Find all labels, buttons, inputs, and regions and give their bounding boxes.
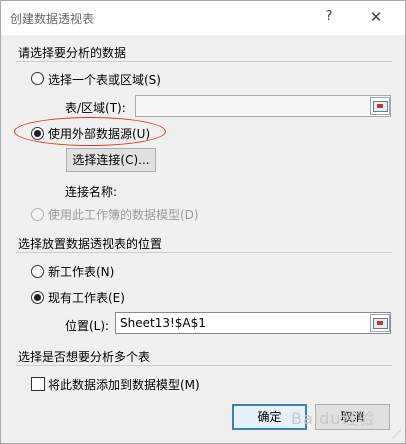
section-source-title: 请选择要分析的数据	[18, 46, 127, 60]
connection-name-label: 连接名称:	[65, 185, 118, 199]
radio-select-range-label[interactable]: 选择一个表或区域(S)	[48, 71, 161, 88]
choose-connection-button[interactable]: 选择连接(C)...	[66, 148, 156, 172]
add-to-data-model-checkbox[interactable]	[31, 377, 45, 391]
radio-select-range[interactable]	[31, 72, 44, 85]
close-icon[interactable]: ✕	[367, 8, 385, 26]
section-divider	[16, 365, 392, 366]
radio-existing-worksheet[interactable]	[31, 291, 44, 304]
radio-data-model[interactable]	[31, 208, 44, 221]
title-bar: 创建数据透视表 ? ✕	[1, 1, 405, 35]
location-input[interactable]: Sheet13!$A$1	[115, 312, 391, 334]
add-to-data-model-label[interactable]: 将此数据添加到数据模型(M)	[48, 376, 200, 393]
resize-grip[interactable]	[391, 429, 401, 439]
range-field-label: 表/区域(T):	[65, 101, 126, 115]
range-collapse-icon[interactable]	[370, 97, 390, 115]
location-collapse-icon[interactable]	[370, 314, 390, 332]
radio-data-model-label[interactable]: 使用此工作簿的数据模型(D)	[48, 206, 199, 223]
section-location-title: 选择放置数据透视表的位置	[18, 237, 163, 251]
range-input[interactable]	[135, 95, 391, 117]
baidu-watermark: Baidu经验	[291, 409, 376, 428]
location-field-label: 位置(L):	[65, 319, 110, 333]
create-pivot-table-dialog: 创建数据透视表 ? ✕ 请选择要分析的数据 选择一个表或区域(S) 表/区域(T…	[0, 0, 406, 444]
section-divider	[16, 252, 392, 253]
section-divider	[16, 61, 392, 62]
dialog-title: 创建数据透视表	[10, 12, 95, 26]
help-icon[interactable]: ?	[321, 9, 337, 27]
red-annotation-ellipse	[14, 117, 166, 146]
radio-new-worksheet[interactable]	[31, 265, 44, 278]
section-multi-title: 选择是否想要分析多个表	[18, 350, 151, 364]
radio-existing-worksheet-label[interactable]: 现有工作表(E)	[48, 289, 125, 306]
radio-new-worksheet-label[interactable]: 新工作表(N)	[48, 263, 114, 280]
